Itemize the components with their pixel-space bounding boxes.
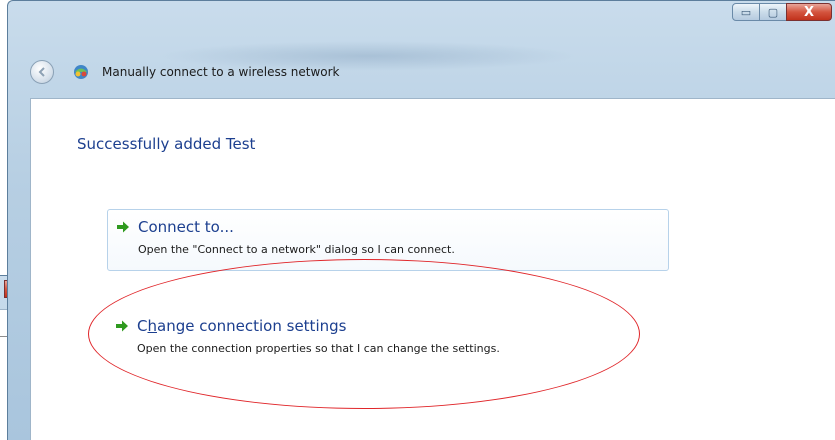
page-heading: Successfully added Test <box>77 135 256 153</box>
wizard-content: Successfully added Test Connect to... Op… <box>30 98 835 440</box>
connect-to-title: Connect to... <box>138 218 234 236</box>
maximize-icon: ▢ <box>767 5 779 19</box>
wizard-window: ▭ ▢ X Manually connect to a wireless net… <box>7 0 835 440</box>
minimize-button[interactable]: ▭ <box>732 3 760 21</box>
connect-to-description: Open the "Connect to a network" dialog s… <box>138 243 455 256</box>
close-button[interactable]: X <box>786 3 832 21</box>
connect-to-title-text: Connect to... <box>138 218 234 236</box>
close-icon: X <box>803 4 815 20</box>
network-icon <box>74 65 88 79</box>
title-prefix: C <box>137 317 148 335</box>
title-rest: ange connection settings <box>157 317 347 335</box>
title-access-key: h <box>147 317 157 335</box>
window-title: Manually connect to a wireless network <box>102 65 340 79</box>
change-connection-settings-description: Open the connection properties so that I… <box>137 342 500 355</box>
maximize-button[interactable]: ▢ <box>759 3 787 21</box>
green-arrow-icon <box>116 320 128 332</box>
change-connection-settings-option[interactable]: Change connection settings Open the conn… <box>107 309 669 371</box>
change-connection-settings-title: Change connection settings <box>137 317 346 335</box>
wizard-nav-bar: Manually connect to a wireless network <box>30 59 340 85</box>
back-button[interactable] <box>30 60 54 84</box>
caption-buttons: ▭ ▢ X <box>732 3 832 21</box>
minimize-icon: ▭ <box>740 5 752 19</box>
green-arrow-icon <box>117 221 129 233</box>
back-arrow-icon <box>38 67 45 77</box>
connect-to-option[interactable]: Connect to... Open the "Connect to a net… <box>107 209 669 271</box>
